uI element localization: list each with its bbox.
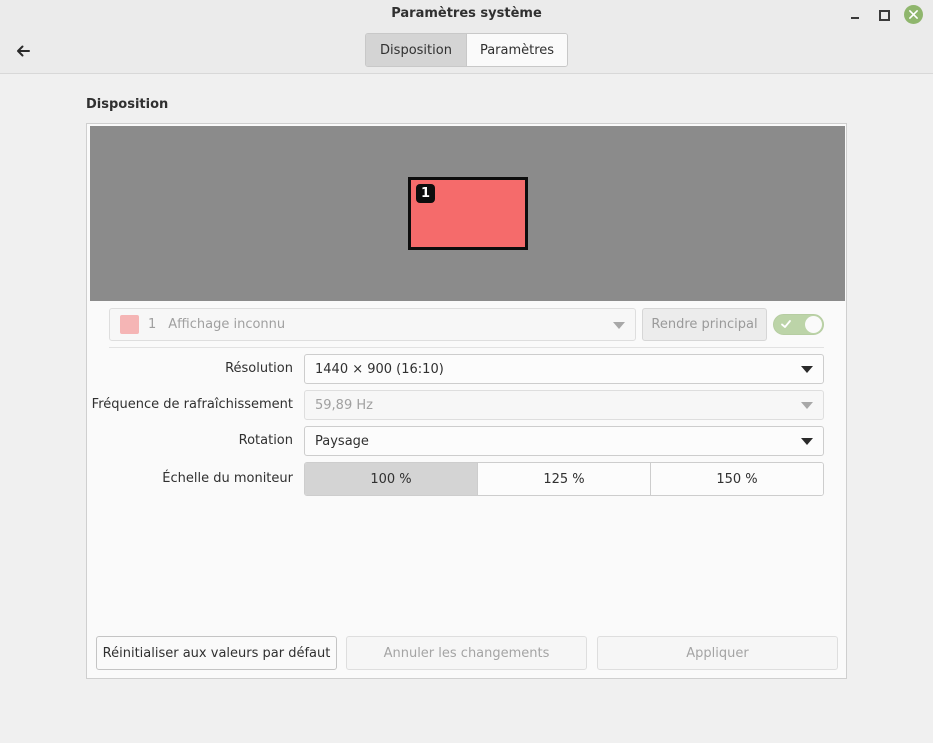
check-icon (781, 320, 791, 328)
tab-disposition[interactable]: Disposition (366, 34, 467, 66)
resolution-label: Résolution (225, 361, 293, 376)
cancel-changes-button[interactable]: Annuler les changements (346, 636, 587, 670)
display-select[interactable]: 1 Affichage inconnu (109, 308, 636, 341)
maximize-icon[interactable] (875, 6, 893, 24)
refresh-rate-select[interactable]: 59,89 Hz (304, 390, 824, 420)
display-color-swatch (120, 315, 139, 334)
header-bar: Paramètres système Disposition Paramètre… (0, 0, 933, 74)
minimize-icon[interactable] (846, 6, 864, 24)
rotation-label: Rotation (238, 433, 293, 448)
monitor-scale-group: 100 % 125 % 150 % (304, 462, 824, 496)
separator (109, 347, 824, 348)
close-icon[interactable] (904, 5, 923, 24)
scale-label: Échelle du moniteur (162, 471, 293, 486)
chevron-down-icon (801, 438, 813, 445)
reset-defaults-button[interactable]: Réinitialiser aux valeurs par défaut (96, 636, 337, 670)
rotation-value: Paysage (315, 433, 369, 449)
chevron-down-icon (613, 321, 625, 329)
make-primary-button[interactable]: Rendre principal (642, 308, 767, 341)
display-number: 1 (148, 317, 157, 332)
window-title: Paramètres système (391, 6, 542, 21)
chevron-down-icon (801, 402, 813, 409)
refresh-rate-label: Fréquence de rafraîchissement (91, 397, 293, 412)
scale-150-button[interactable]: 150 % (651, 463, 823, 495)
arrow-left-icon[interactable] (12, 40, 34, 62)
section-title: Disposition (86, 97, 169, 112)
display-settings-window: Paramètres système Disposition Paramètre… (0, 0, 933, 743)
stack-switcher: Disposition Paramètres (365, 33, 568, 67)
chevron-down-icon (801, 366, 813, 373)
tab-parametres[interactable]: Paramètres (467, 34, 567, 66)
layout-frame: 1 1 Affichage inconnu Rendre principal R… (86, 123, 847, 679)
rotation-select[interactable]: Paysage (304, 426, 824, 456)
monitor-arrangement-canvas[interactable]: 1 (90, 126, 845, 301)
resolution-select[interactable]: 1440 × 900 (16:10) (304, 354, 824, 384)
refresh-rate-value: 59,89 Hz (315, 397, 373, 413)
scale-125-button[interactable]: 125 % (478, 463, 651, 495)
apply-button[interactable]: Appliquer (597, 636, 838, 670)
monitor-1-preview[interactable]: 1 (408, 177, 528, 250)
scale-100-button[interactable]: 100 % (305, 463, 478, 495)
display-enable-toggle[interactable] (773, 314, 824, 335)
toggle-knob (805, 316, 822, 333)
display-name: Affichage inconnu (168, 317, 286, 332)
monitor-badge: 1 (416, 184, 435, 203)
resolution-value: 1440 × 900 (16:10) (315, 361, 444, 377)
